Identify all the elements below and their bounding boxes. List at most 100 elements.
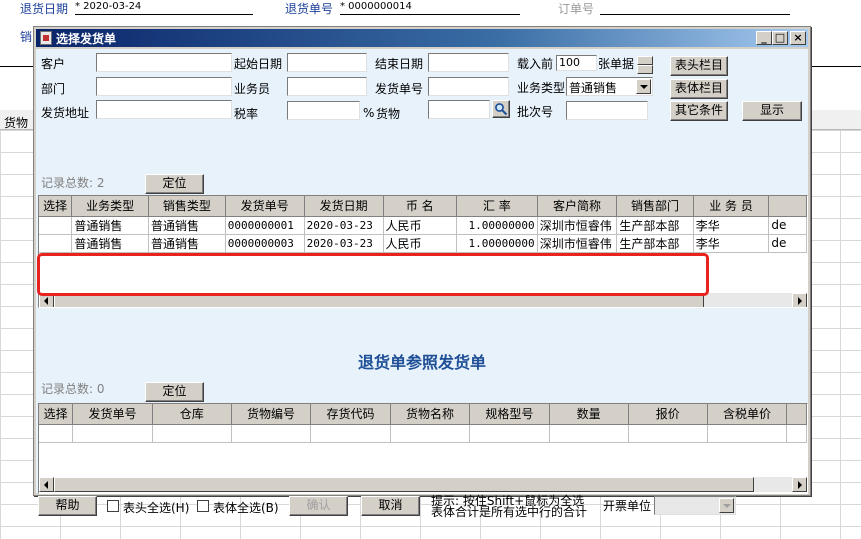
app-icon <box>40 31 52 45</box>
scroll-thumb[interactable] <box>54 477 754 492</box>
highlight-box <box>37 253 709 296</box>
col-warehouse[interactable]: 仓库 <box>152 404 232 425</box>
start-date-label: 起始日期 <box>234 57 283 71</box>
invoice-unit-label: 开票单位 <box>603 499 652 513</box>
cell-ship-no: 0000000003 <box>225 234 305 253</box>
tax-rate-input[interactable] <box>287 101 360 120</box>
cell-salesperson: 李华 <box>693 234 770 253</box>
col-customer[interactable]: 客户简称 <box>537 196 618 217</box>
biz-type-label: 业务类型 <box>517 81 566 95</box>
col-biz-type[interactable]: 业务类型 <box>71 196 150 217</box>
maximize-button[interactable]: □ <box>772 31 788 45</box>
salesperson-input[interactable] <box>287 77 367 96</box>
header-select-all-label[interactable]: 表头全选(H) <box>123 499 189 516</box>
col-tax-price[interactable]: 含税单价 <box>707 404 788 425</box>
help-button[interactable]: 帮助 <box>38 496 97 516</box>
table-row[interactable]: 普通销售 普通销售 0000000003 2020-03-23 人民币 1.00… <box>39 234 807 253</box>
batch-input[interactable] <box>566 101 648 120</box>
scroll-left-button[interactable] <box>39 477 54 492</box>
cell-sales-dept: 生产部本部 <box>616 216 694 235</box>
scroll-right-button[interactable] <box>792 293 807 307</box>
cell-currency: 人民币 <box>383 216 458 235</box>
return-no-label: 退货单号 <box>285 2 334 16</box>
return-date-value[interactable]: * 2020-03-24 <box>75 1 141 12</box>
load-before-label: 载入前 <box>517 57 554 71</box>
hint-line-2: 表体合计是所有选中行的合计 <box>431 505 588 519</box>
chevron-down-icon[interactable] <box>636 79 651 94</box>
start-date-input[interactable] <box>287 53 367 72</box>
col-ship-no[interactable]: 发货单号 <box>72 404 153 425</box>
col-extra[interactable] <box>768 196 807 217</box>
return-date-label: 退货日期 <box>20 2 69 16</box>
dialog-titlebar[interactable]: 选择发货单 _ □ × <box>36 29 808 47</box>
col-currency[interactable]: 币 名 <box>383 196 458 217</box>
cell-extra: de <box>768 234 807 253</box>
end-date-input[interactable] <box>428 53 509 72</box>
col-goods-name[interactable]: 货物名称 <box>390 404 471 425</box>
top-locate-button[interactable]: 定位 <box>145 174 204 194</box>
body-select-all-checkbox[interactable] <box>197 500 209 512</box>
col-quote[interactable]: 报价 <box>628 404 708 425</box>
body-select-all-label[interactable]: 表体全选(B) <box>213 499 279 516</box>
section-title: 退货单参照发货单 <box>357 353 486 372</box>
top-record-count: 记录总数: 2 <box>41 176 105 190</box>
end-date-label: 结束日期 <box>375 57 424 71</box>
percent-label: % <box>363 106 375 120</box>
cell-extra: de <box>768 216 807 235</box>
col-exchange-rate[interactable]: 汇 率 <box>456 196 538 217</box>
bottom-record-count: 记录总数: 0 <box>41 382 105 396</box>
shipment-header-row: 选择 业务类型 销售类型 发货单号 发货日期 币 名 汇 率 客户简称 销售部门… <box>39 196 807 217</box>
col-salesperson[interactable]: 业 务 员 <box>693 196 770 217</box>
cell-select[interactable] <box>39 234 73 253</box>
detail-grid[interactable]: 选择 发货单号 仓库 货物编号 存货代码 货物名称 规格型号 数量 报价 含税单… <box>38 403 808 494</box>
minimize-button[interactable]: _ <box>756 31 772 45</box>
table-row[interactable]: 普通销售 普通销售 0000000001 2020-03-23 人民币 1.00… <box>39 216 807 235</box>
cell-exchange-rate: 1.00000000 <box>456 234 538 253</box>
load-count-spinner[interactable] <box>637 56 653 75</box>
display-button[interactable]: 显示 <box>742 101 802 121</box>
cancel-button[interactable]: 取消 <box>361 496 420 516</box>
chevron-down-icon[interactable] <box>719 498 734 513</box>
goods-column-cut: 货物 <box>4 116 29 130</box>
return-no-value[interactable]: * 0000000014 <box>340 1 412 12</box>
col-spec[interactable]: 规格型号 <box>469 404 550 425</box>
col-sales-dept[interactable]: 销售部门 <box>616 196 694 217</box>
cell-salesperson: 李华 <box>693 216 770 235</box>
invoice-unit-select[interactable] <box>654 496 736 515</box>
bottom-locate-button[interactable]: 定位 <box>145 382 204 402</box>
col-sales-type[interactable]: 销售类型 <box>148 196 226 217</box>
cell-select[interactable] <box>39 216 73 235</box>
header-columns-button[interactable]: 表头栏目 <box>670 56 728 76</box>
col-quantity[interactable]: 数量 <box>549 404 629 425</box>
col-select[interactable]: 选择 <box>39 196 73 217</box>
goods-lookup-button[interactable] <box>492 100 510 118</box>
col-inventory-code[interactable]: 存货代码 <box>310 404 391 425</box>
goods-input[interactable] <box>428 100 490 119</box>
col-goods-no[interactable]: 货物编号 <box>231 404 312 425</box>
cell-exchange-rate: 1.00000000 <box>456 216 538 235</box>
load-count-input[interactable]: 100 <box>556 55 597 71</box>
other-conditions-button[interactable]: 其它条件 <box>670 101 728 121</box>
cell-biz-type: 普通销售 <box>71 234 150 253</box>
col-ship-no[interactable]: 发货单号 <box>225 196 305 217</box>
col-extra[interactable] <box>786 404 807 425</box>
customer-input[interactable] <box>96 53 232 72</box>
scroll-right-button[interactable] <box>792 477 807 492</box>
confirm-button[interactable]: 确认 <box>289 496 348 516</box>
cell-ship-no: 0000000001 <box>225 216 305 235</box>
ship-address-input[interactable] <box>96 100 232 119</box>
close-button[interactable]: × <box>790 31 806 45</box>
col-ship-date[interactable]: 发货日期 <box>304 196 384 217</box>
table-row[interactable] <box>39 424 807 443</box>
biz-type-select[interactable]: 普通销售 <box>566 77 653 96</box>
department-input[interactable] <box>96 77 232 96</box>
col-select[interactable]: 选择 <box>39 404 74 425</box>
customer-label: 客户 <box>41 57 66 71</box>
ship-address-label: 发货地址 <box>41 106 90 120</box>
cell-ship-date: 2020-03-23 <box>304 234 384 253</box>
bottom-horizontal-scrollbar[interactable] <box>39 477 807 492</box>
header-select-all-checkbox[interactable] <box>107 500 119 512</box>
body-columns-button[interactable]: 表体栏目 <box>670 79 728 99</box>
ship-no-input[interactable] <box>428 77 509 96</box>
cell-biz-type: 普通销售 <box>71 216 150 235</box>
